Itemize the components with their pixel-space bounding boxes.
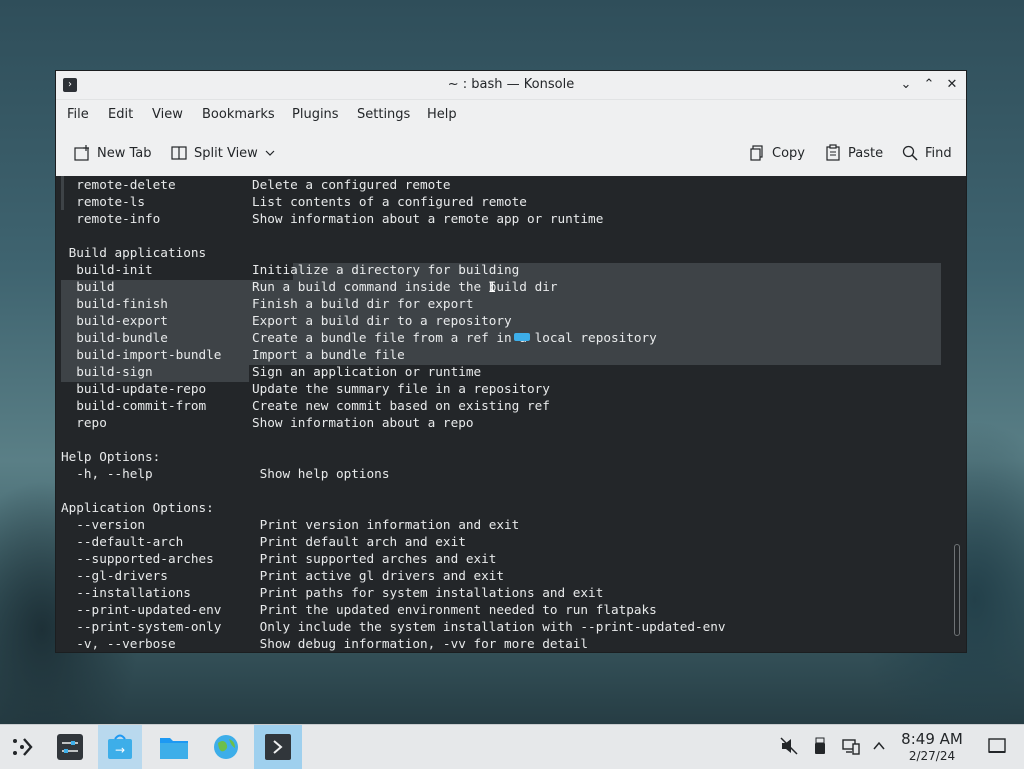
discover-icon: →: [108, 734, 132, 759]
clock-date[interactable]: 2/27/24: [896, 749, 968, 763]
terminal-line: --supported-arches Print supported arche…: [61, 551, 497, 566]
search-icon: [902, 145, 918, 161]
terminal-line: --print-updated-env Print the updated en…: [61, 602, 657, 617]
terminal-line: build Run a build command inside the bui…: [61, 279, 558, 294]
network-icon[interactable]: [842, 737, 860, 759]
terminal-line: --default-arch Print default arch and ex…: [61, 534, 466, 549]
terminal-line: -v, --verbose Show debug information, -v…: [61, 636, 589, 651]
file-manager-task[interactable]: [152, 725, 196, 769]
split-view-icon: [171, 146, 187, 160]
terminal-line: build-commit-from Create new commit base…: [61, 398, 550, 413]
terminal-output[interactable]: remote-delete Delete a configured remote…: [56, 176, 966, 652]
split-view-label: Split View: [194, 145, 258, 161]
terminal-line: Build applications: [61, 245, 207, 260]
terminal-line: build-bundle Create a bundle file from a…: [61, 330, 657, 345]
terminal-scrollbar[interactable]: [954, 544, 960, 636]
show-desktop-icon[interactable]: [988, 737, 1006, 759]
terminal-line: remote-delete Delete a configured remote: [61, 177, 451, 192]
text-cursor-icon: I: [488, 280, 496, 296]
find-label: Find: [925, 145, 952, 161]
system-settings-task[interactable]: [48, 725, 92, 769]
copy-button[interactable]: Copy: [748, 142, 805, 164]
new-tab-icon: [74, 145, 89, 161]
chevron-down-icon[interactable]: [264, 147, 276, 159]
copy-label: Copy: [772, 145, 805, 161]
file-manager-icon: [160, 738, 188, 759]
terminal-line: -h, --help Show help options: [61, 466, 390, 481]
app-launcher-button[interactable]: [0, 725, 44, 769]
menu-file[interactable]: File: [67, 107, 89, 122]
maximize-icon[interactable]: ⌃: [919, 75, 939, 95]
taskbar: → 8:49 AM 2/27/24: [0, 724, 1024, 769]
drag-indicator-icon: [514, 333, 530, 341]
terminal-line: Help Options:: [61, 449, 161, 464]
window-title: ~ : bash — Konsole: [447, 77, 575, 92]
new-tab-button[interactable]: New Tab: [73, 142, 152, 164]
split-view-button[interactable]: Split View: [170, 142, 276, 164]
system-settings-icon: [57, 734, 83, 760]
discover-task[interactable]: →: [98, 725, 142, 769]
paste-button[interactable]: Paste: [824, 142, 883, 164]
usb-device-icon[interactable]: [812, 737, 828, 759]
terminal-line: build-sign Sign an application or runtim…: [61, 364, 482, 379]
terminal-line: build-finish Finish a build dir for expo…: [61, 296, 474, 311]
chevron-up-icon[interactable]: [872, 737, 886, 759]
terminal-line: remote-info Show information about a rem…: [61, 211, 604, 226]
web-browser-task[interactable]: [204, 725, 248, 769]
konsole-window: › ~ : bash — Konsole ⌄ ⌃ ✕ File Edit Vie…: [55, 70, 967, 653]
minimize-icon[interactable]: ⌄: [896, 75, 916, 95]
terminal-line: repo Show information about a repo: [61, 415, 474, 430]
terminal-line: build-export Export a build dir to a rep…: [61, 313, 512, 328]
terminal-line: build-import-bundle Import a bundle file: [61, 347, 405, 362]
web-browser-icon: [214, 735, 238, 759]
konsole-task[interactable]: [254, 725, 302, 769]
close-icon[interactable]: ✕: [942, 75, 962, 95]
terminal-line: build-init Initialize a directory for bu…: [61, 262, 520, 277]
terminal-line: remote-ls List contents of a configured …: [61, 194, 527, 209]
terminal-line: Application Options:: [61, 500, 214, 515]
menu-edit[interactable]: Edit: [108, 107, 133, 122]
new-tab-label: New Tab: [97, 145, 152, 161]
menu-settings[interactable]: Settings: [357, 107, 410, 122]
window-titlebar[interactable]: › ~ : bash — Konsole ⌄ ⌃ ✕: [56, 71, 966, 100]
terminal-line: --gl-drivers Print active gl drivers and…: [61, 568, 505, 583]
menu-plugins[interactable]: Plugins: [292, 107, 339, 122]
clock-time[interactable]: 8:49 AM: [896, 730, 968, 748]
svg-text:→: →: [115, 743, 125, 757]
find-button[interactable]: Find: [901, 142, 952, 164]
menu-bar: File Edit View Bookmarks Plugins Setting…: [56, 100, 966, 130]
terminal-line: --print-system-only Only include the sys…: [61, 619, 726, 634]
terminal-line: --version Print version information and …: [61, 517, 520, 532]
toolbar: New Tab Split View Copy Paste Find: [56, 130, 966, 177]
terminal-line: --installations Print paths for system i…: [61, 585, 604, 600]
volume-muted-icon[interactable]: [780, 737, 798, 759]
menu-help[interactable]: Help: [427, 107, 457, 122]
menu-bookmarks[interactable]: Bookmarks: [202, 107, 275, 122]
paste-label: Paste: [848, 145, 884, 161]
copy-icon: [750, 145, 763, 161]
konsole-icon: [265, 734, 291, 760]
terminal-line: build-update-repo Update the summary fil…: [61, 381, 550, 396]
app-launcher-icon: [13, 738, 33, 756]
menu-view[interactable]: View: [152, 107, 183, 122]
paste-icon: [826, 144, 840, 161]
